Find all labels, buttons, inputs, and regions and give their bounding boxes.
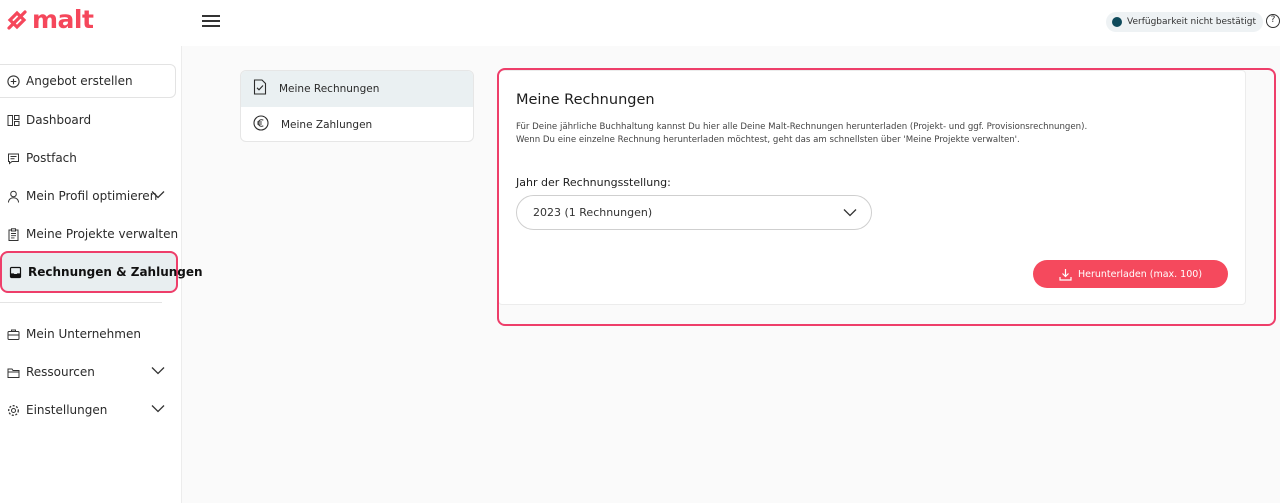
subnav-item-label: Meine Rechnungen <box>279 83 380 95</box>
sidebar-item-label: Mein Unternehmen <box>26 327 141 341</box>
briefcase-icon <box>7 328 20 341</box>
gear-icon <box>7 404 20 417</box>
menu-toggle-icon[interactable] <box>202 15 220 29</box>
sidebar-item-label: Meine Projekte verwalten <box>26 227 179 241</box>
folder-icon <box>7 366 20 379</box>
chevron-down-icon[interactable] <box>151 366 165 375</box>
invoices-subnav: Meine Rechnungen Meine Zahlungen <box>240 70 474 142</box>
sidebar-item-settings[interactable]: Einstellungen <box>0 393 182 427</box>
sidebar-divider <box>0 302 162 303</box>
card-highlight-frame <box>497 68 1276 326</box>
euro-icon <box>253 115 269 135</box>
sidebar-item-label: Angebot erstellen <box>26 74 133 88</box>
dashboard-icon <box>7 114 20 127</box>
clipboard-icon <box>7 227 20 241</box>
sidebar-item-profile[interactable]: Mein Profil optimieren <box>0 179 182 213</box>
top-bar: malt Verfügbarkeit nicht bestätigt ? <box>0 0 1280 46</box>
chevron-down-icon[interactable] <box>151 404 165 413</box>
plus-circle-icon <box>7 74 20 88</box>
chevron-down-icon[interactable] <box>151 190 165 199</box>
sidebar-item-dashboard[interactable]: Dashboard <box>0 103 182 137</box>
subnav-item-my-payments[interactable]: Meine Zahlungen <box>241 107 473 141</box>
sidebar-item-resources[interactable]: Ressourcen <box>0 355 182 389</box>
message-icon <box>7 152 20 165</box>
sidebar-item-projects[interactable]: Meine Projekte verwalten <box>0 217 182 251</box>
availability-label: Verfügbarkeit nicht bestätigt <box>1127 17 1257 27</box>
subnav-item-my-invoices[interactable]: Meine Rechnungen <box>241 71 473 107</box>
user-icon <box>7 190 20 203</box>
malt-logo-icon <box>7 10 27 30</box>
help-icon[interactable]: ? <box>1266 14 1280 28</box>
sidebar-item-invoices-payments[interactable]: Rechnungen & Zahlungen <box>0 251 203 293</box>
sidebar: Angebot erstellen Dashboard Postfach Mei… <box>0 46 203 503</box>
sidebar-item-label: Rechnungen & Zahlungen <box>28 265 203 279</box>
sidebar-item-label: Einstellungen <box>26 403 108 417</box>
availability-badge[interactable]: Verfügbarkeit nicht bestätigt <box>1106 12 1264 32</box>
inbox-icon <box>9 266 22 279</box>
status-dot <box>1112 17 1122 27</box>
invoice-icon <box>253 79 267 99</box>
sidebar-item-inbox[interactable]: Postfach <box>0 141 182 175</box>
sidebar-item-company[interactable]: Mein Unternehmen <box>0 317 182 351</box>
subnav-item-label: Meine Zahlungen <box>281 119 373 131</box>
sidebar-item-create-offer[interactable]: Angebot erstellen <box>0 64 176 98</box>
malt-logo[interactable]: malt <box>6 5 94 34</box>
sidebar-item-label: Postfach <box>26 151 77 165</box>
sidebar-item-label: Mein Profil optimieren <box>26 189 158 203</box>
logo-text: malt <box>32 5 94 34</box>
sidebar-item-label: Dashboard <box>26 113 92 127</box>
sidebar-item-label: Ressourcen <box>26 365 95 379</box>
